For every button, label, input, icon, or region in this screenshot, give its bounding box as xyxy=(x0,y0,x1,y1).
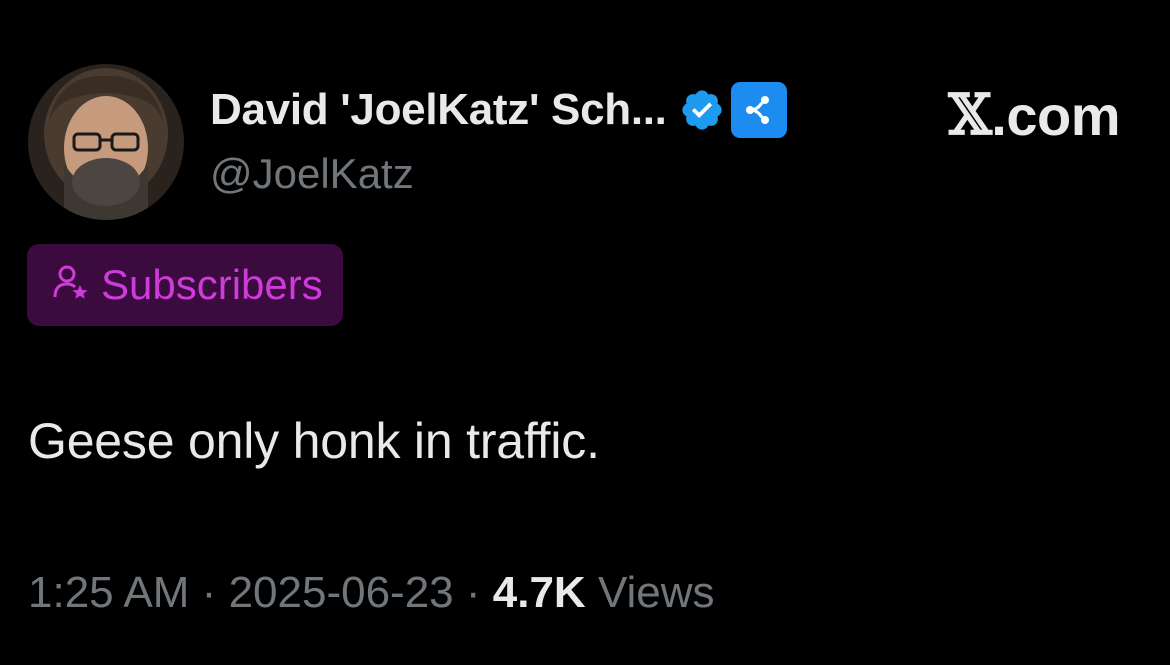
tweet-meta: 1:25 AM · 2025-06-23 · 4.7K Views xyxy=(28,568,715,618)
person-star-icon xyxy=(51,263,91,308)
author-handle[interactable]: @JoelKatz xyxy=(210,150,414,198)
author-display-name[interactable]: David 'JoelKatz' Sch... xyxy=(210,85,667,135)
meta-separator: · xyxy=(465,568,481,617)
avatar[interactable] xyxy=(28,64,184,220)
tweet-time[interactable]: 1:25 AM xyxy=(28,568,189,617)
views-count[interactable]: 4.7K xyxy=(493,568,586,617)
brand-domain-text: .com xyxy=(991,83,1120,147)
verified-badge-icon[interactable] xyxy=(679,87,725,133)
x-logo-icon: 𝕏 xyxy=(948,82,992,148)
tweet-date[interactable]: 2025-06-23 xyxy=(229,568,454,617)
avatar-photo xyxy=(28,64,184,220)
tweet-text: Geese only honk in traffic. xyxy=(28,413,600,469)
author-name-row: David 'JoelKatz' Sch... xyxy=(210,80,787,140)
subscribers-badge[interactable]: Subscribers xyxy=(27,244,343,326)
x-brand-watermark: 𝕏 .com xyxy=(948,82,1120,148)
meta-separator: · xyxy=(201,568,217,617)
ripple-logo-icon[interactable] xyxy=(730,82,787,138)
subscribers-label: Subscribers xyxy=(101,261,323,308)
views-label: Views xyxy=(597,568,715,617)
